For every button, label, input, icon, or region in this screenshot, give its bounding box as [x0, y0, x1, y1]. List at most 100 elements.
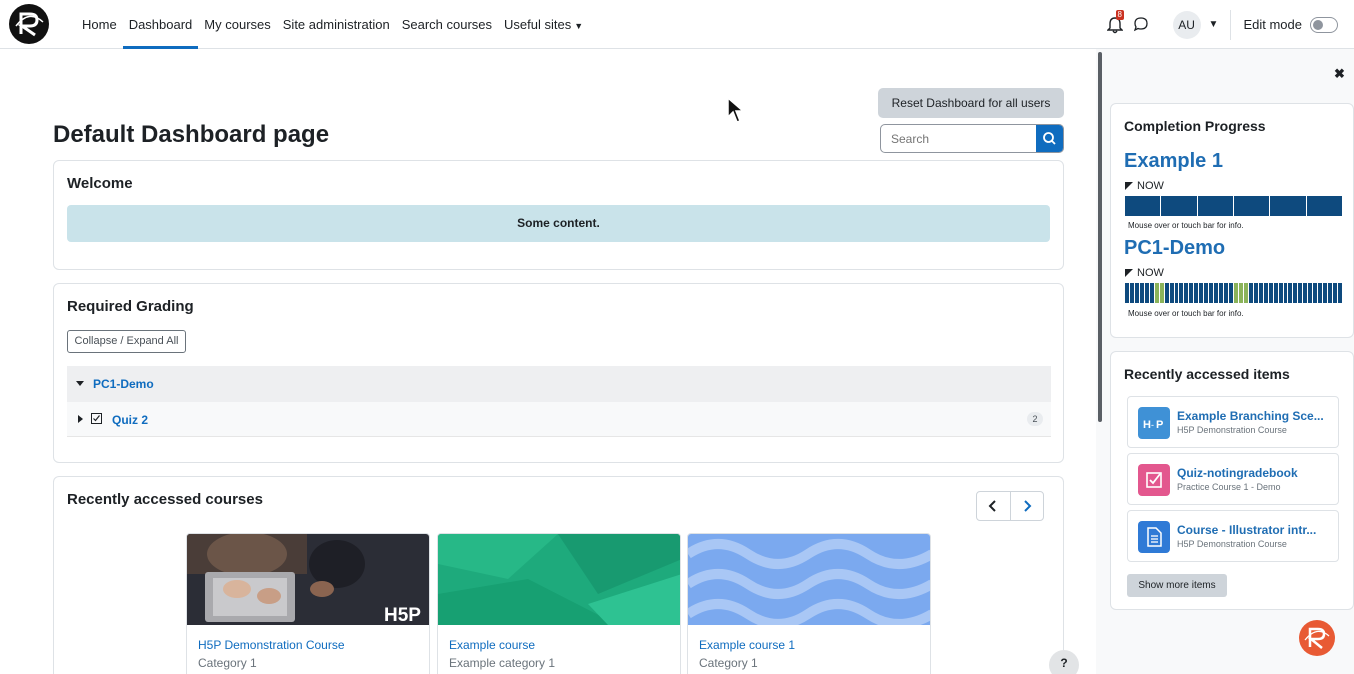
progress-segment[interactable]	[1209, 283, 1214, 303]
recent-item-course: Practice Course 1 - Demo	[1177, 482, 1281, 492]
site-logo[interactable]	[9, 4, 49, 44]
progress-segment[interactable]	[1214, 283, 1219, 303]
nav-my-courses[interactable]: My courses	[198, 0, 276, 49]
page-title: Default Dashboard page	[53, 121, 330, 148]
footer-logo[interactable]	[1299, 620, 1335, 656]
course-card-h5p[interactable]: H5P H5P Demonstration Course Category 1	[186, 533, 430, 674]
drawer-scrollbar[interactable]	[1098, 52, 1102, 422]
chevron-right-icon[interactable]	[1021, 500, 1033, 512]
progress-segment[interactable]	[1164, 283, 1169, 303]
edit-mode-toggle[interactable]	[1310, 16, 1338, 33]
show-more-items-button[interactable]: Show more items	[1127, 574, 1227, 597]
course-name[interactable]: Example course 1	[699, 638, 795, 652]
progress-segment[interactable]	[1233, 196, 1270, 216]
recent-item-name[interactable]: Quiz-notingradebook	[1177, 466, 1298, 480]
grading-course-link[interactable]: PC1-Demo	[93, 377, 154, 391]
checkbox-icon	[91, 413, 102, 424]
flag-icon	[1125, 269, 1133, 277]
progress-segment[interactable]	[1263, 283, 1268, 303]
progress-segment[interactable]	[1149, 283, 1154, 303]
progress-segment[interactable]	[1298, 283, 1303, 303]
nav-site-administration[interactable]: Site administration	[277, 0, 396, 49]
progress-segment[interactable]	[1219, 283, 1224, 303]
progress-segment[interactable]	[1161, 196, 1197, 216]
recent-item[interactable]: Course - Illustrator intr... H5P Demonst…	[1127, 510, 1339, 562]
progress-segment[interactable]	[1323, 283, 1328, 303]
course-name[interactable]: Example course	[449, 638, 535, 652]
nav-home[interactable]: Home	[76, 0, 123, 49]
progress-segment[interactable]	[1306, 196, 1342, 216]
progress-segment[interactable]	[1268, 283, 1273, 303]
nav-search-courses[interactable]: Search courses	[396, 0, 498, 49]
progress-segment[interactable]	[1159, 283, 1164, 303]
progress-segment[interactable]	[1125, 196, 1161, 216]
progress-segment[interactable]	[1179, 283, 1184, 303]
progress-segment[interactable]	[1169, 283, 1174, 303]
progress-segment[interactable]	[1204, 283, 1209, 303]
progress-segment[interactable]	[1270, 196, 1306, 216]
progress-segment[interactable]	[1308, 283, 1313, 303]
progress-segment[interactable]	[1233, 283, 1238, 303]
progress-segment[interactable]	[1288, 283, 1293, 303]
grading-activity-link[interactable]: Quiz 2	[112, 413, 148, 427]
progress-note: Mouse over or touch bar for info.	[1128, 221, 1244, 230]
progress-segment[interactable]	[1258, 283, 1263, 303]
progress-segment[interactable]	[1318, 283, 1323, 303]
progress-segment[interactable]	[1293, 283, 1298, 303]
user-avatar[interactable]: AU	[1172, 10, 1201, 39]
progress-segment[interactable]	[1174, 283, 1179, 303]
nav-dashboard[interactable]: Dashboard	[122, 0, 199, 49]
progress-segment[interactable]	[1328, 283, 1333, 303]
progress-segment[interactable]	[1125, 283, 1129, 303]
course-card-example[interactable]: Example course Example category 1	[437, 533, 681, 674]
progress-course-name[interactable]: Example 1	[1124, 150, 1223, 173]
search-input[interactable]	[881, 125, 1037, 152]
messages-button[interactable]	[1133, 16, 1151, 34]
progress-segment[interactable]	[1144, 283, 1149, 303]
progress-segment[interactable]	[1238, 283, 1243, 303]
progress-segment[interactable]	[1184, 283, 1189, 303]
progress-segment[interactable]	[1197, 196, 1233, 216]
progress-segment[interactable]	[1253, 283, 1258, 303]
progress-now-marker: NOW	[1125, 267, 1164, 279]
progress-segment[interactable]	[1134, 283, 1139, 303]
progress-course-name[interactable]: PC1-Demo	[1124, 237, 1225, 260]
progress-segment[interactable]	[1248, 283, 1253, 303]
chevron-left-icon[interactable]	[987, 500, 999, 512]
reset-dashboard-button[interactable]: Reset Dashboard for all users	[878, 88, 1064, 118]
progress-segment[interactable]	[1283, 283, 1288, 303]
progress-segment[interactable]	[1273, 283, 1278, 303]
course-card-example-1[interactable]: Example course 1 Category 1	[687, 533, 931, 674]
progress-segment[interactable]	[1337, 283, 1342, 303]
progress-segment[interactable]	[1139, 283, 1144, 303]
recent-item-name[interactable]: Course - Illustrator intr...	[1177, 523, 1316, 537]
welcome-content: Some content.	[67, 205, 1050, 242]
help-button[interactable]: ?	[1049, 650, 1079, 674]
recent-item[interactable]: H-P Example Branching Sce... H5P Demonst…	[1127, 396, 1339, 448]
progress-segment[interactable]	[1229, 283, 1233, 303]
progress-segment[interactable]	[1129, 283, 1134, 303]
progress-segment[interactable]	[1189, 283, 1194, 303]
user-menu-chevron-icon[interactable]: ▼	[1209, 19, 1219, 30]
grading-course-row[interactable]: PC1-Demo	[67, 366, 1051, 402]
course-name[interactable]: H5P Demonstration Course	[198, 638, 345, 652]
close-drawer-icon[interactable]: ✖	[1334, 66, 1345, 82]
progress-segment[interactable]	[1224, 283, 1229, 303]
progress-segment[interactable]	[1303, 283, 1308, 303]
progress-segment[interactable]	[1313, 283, 1318, 303]
progress-segment[interactable]	[1199, 283, 1204, 303]
progress-segment[interactable]	[1333, 283, 1337, 303]
search-button[interactable]	[1036, 125, 1063, 152]
progress-segment[interactable]	[1194, 283, 1199, 303]
notifications-button[interactable]: 8	[1105, 9, 1125, 34]
recent-item[interactable]: Quiz-notingradebook Practice Course 1 - …	[1127, 453, 1339, 505]
progress-segment[interactable]	[1243, 283, 1248, 303]
recent-item-name[interactable]: Example Branching Sce...	[1177, 409, 1324, 423]
progress-bar[interactable]	[1125, 283, 1342, 303]
progress-segment[interactable]	[1278, 283, 1283, 303]
progress-segment[interactable]	[1154, 283, 1159, 303]
progress-bar[interactable]	[1125, 196, 1342, 216]
nav-useful-sites[interactable]: Useful sites ▼	[498, 0, 589, 49]
collapse-expand-all-button[interactable]: Collapse / Expand All	[67, 330, 186, 353]
grading-activity-row[interactable]: Quiz 2 2	[67, 402, 1051, 437]
